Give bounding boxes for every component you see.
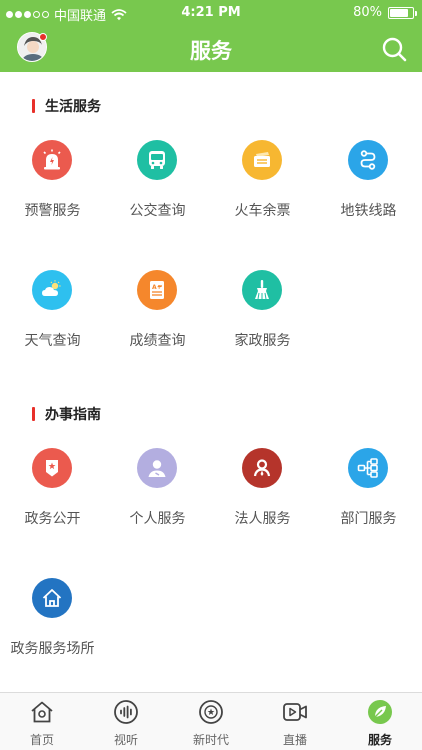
tile-bus-query[interactable]: 公交查询 — [105, 140, 210, 250]
tab-services[interactable]: 服务 — [338, 699, 422, 749]
tab-audio-video[interactable]: 视听 — [84, 699, 168, 749]
section-header-guide: 办事指南 — [32, 404, 101, 424]
star-circle-icon — [199, 700, 223, 724]
tile-score-query[interactable]: A+ 成绩查询 — [105, 270, 210, 380]
tile-legal-person-service[interactable]: 法人服务 — [210, 448, 315, 558]
tile-train-tickets[interactable]: 火车余票 — [210, 140, 315, 250]
audio-wave-icon — [114, 700, 138, 724]
section-marker — [32, 407, 35, 421]
status-right: 80% — [353, 5, 417, 20]
weather-icon — [32, 270, 72, 310]
train-ticket-icon — [242, 140, 282, 180]
subway-route-icon — [348, 140, 388, 180]
broom-icon — [242, 270, 282, 310]
tile-label: 地铁线路 — [340, 203, 397, 219]
tile-service-venues[interactable]: 政务服务场所 — [0, 578, 105, 688]
bus-icon — [137, 140, 177, 180]
tab-new-era[interactable]: 新时代 — [169, 699, 253, 749]
tile-label: 家政服务 — [234, 333, 291, 349]
section-marker — [32, 99, 35, 113]
svg-text:A+: A+ — [152, 284, 162, 291]
tab-label: 首页 — [29, 733, 54, 747]
tile-department-service[interactable]: 部门服务 — [316, 448, 421, 558]
score-report-icon: A+ — [137, 270, 177, 310]
tab-label: 视听 — [113, 733, 138, 747]
tab-label: 服务 — [367, 733, 392, 747]
bottom-tab-bar: 首页 视听 新时代 直播 服务 — [0, 692, 422, 750]
battery-fill — [390, 8, 408, 17]
tile-housekeeping[interactable]: 家政服务 — [210, 270, 315, 380]
legal-person-icon — [242, 448, 282, 488]
tile-government-affairs[interactable]: 政务公开 — [0, 448, 105, 558]
tab-live[interactable]: 直播 — [253, 699, 337, 749]
tile-warning-service[interactable]: 预警服务 — [0, 140, 105, 250]
live-video-icon — [283, 703, 307, 721]
tile-personal-service[interactable]: 个人服务 — [105, 448, 210, 558]
org-chart-icon — [348, 448, 388, 488]
battery-icon — [388, 6, 417, 19]
home-building-icon — [32, 578, 72, 618]
status-bar: 中国联通 4:21 PM 80% — [0, 0, 422, 26]
page-title: 服务 — [190, 39, 232, 63]
leaf-icon — [368, 700, 392, 724]
tile-weather-query[interactable]: 天气查询 — [0, 270, 105, 380]
section-header-life-services: 生活服务 — [32, 96, 101, 116]
tab-label: 新时代 — [192, 733, 229, 747]
battery-percent: 80% — [353, 5, 382, 20]
home-icon — [31, 701, 53, 723]
person-icon — [137, 448, 177, 488]
tile-label: 政务服务场所 — [10, 641, 95, 657]
government-badge-icon — [32, 448, 72, 488]
search-icon[interactable] — [380, 35, 408, 63]
tile-subway-lines[interactable]: 地铁线路 — [316, 140, 421, 250]
tab-label: 直播 — [282, 733, 307, 747]
tile-label: 部门服务 — [340, 511, 397, 527]
section-title: 生活服务 — [45, 99, 101, 115]
navigation-bar: 服务 — [0, 26, 422, 72]
alarm-siren-icon — [32, 140, 72, 180]
section-title: 办事指南 — [45, 407, 101, 423]
tab-home[interactable]: 首页 — [0, 699, 84, 749]
